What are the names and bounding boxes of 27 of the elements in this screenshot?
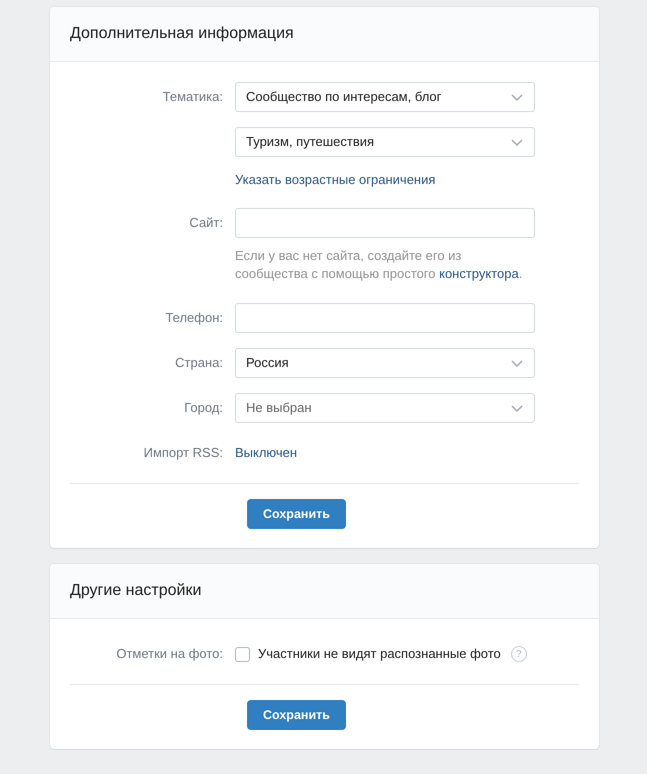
save-button[interactable]: Сохранить <box>247 700 346 730</box>
chevron-down-icon <box>511 138 523 146</box>
save-button[interactable]: Сохранить <box>247 499 346 529</box>
dropdown[interactable]: Россия <box>235 348 535 378</box>
text-input[interactable] <box>235 303 535 333</box>
field-label: Город: <box>184 400 223 415</box>
chevron-down-icon <box>511 94 523 100</box>
section-title: Другие настройки <box>70 581 202 601</box>
chevron-down-icon <box>511 404 523 412</box>
field-label: Сайт: <box>189 215 223 230</box>
field-label: Импорт RSS: <box>144 445 223 460</box>
checkbox[interactable] <box>235 646 250 662</box>
dropdown[interactable]: Не выбран <box>235 393 535 423</box>
field-label: Тематика: <box>162 89 223 104</box>
field-label: Отметки на фото: <box>116 646 223 661</box>
field-label: Телефон: <box>165 310 223 325</box>
section-title: Дополнительная информация <box>70 24 294 44</box>
rss-status-link[interactable]: Выключен <box>235 445 298 460</box>
hint-text: Если у вас нет сайта, создайте его из сообщества с помощью простого конструктора. <box>235 247 524 283</box>
checkbox-label: Участники не видят распознанные фото <box>258 645 501 664</box>
dropdown[interactable]: Туризм, путешествия <box>235 127 535 157</box>
field-label: Страна: <box>175 355 223 370</box>
dropdown[interactable]: Сообщество по интересам, блог <box>235 82 535 112</box>
constructor-link[interactable]: конструктора <box>439 266 519 281</box>
text-input[interactable] <box>235 208 535 238</box>
chevron-down-icon <box>511 360 523 366</box>
age-restrictions-link[interactable]: Указать возрастные ограничения <box>235 172 436 187</box>
